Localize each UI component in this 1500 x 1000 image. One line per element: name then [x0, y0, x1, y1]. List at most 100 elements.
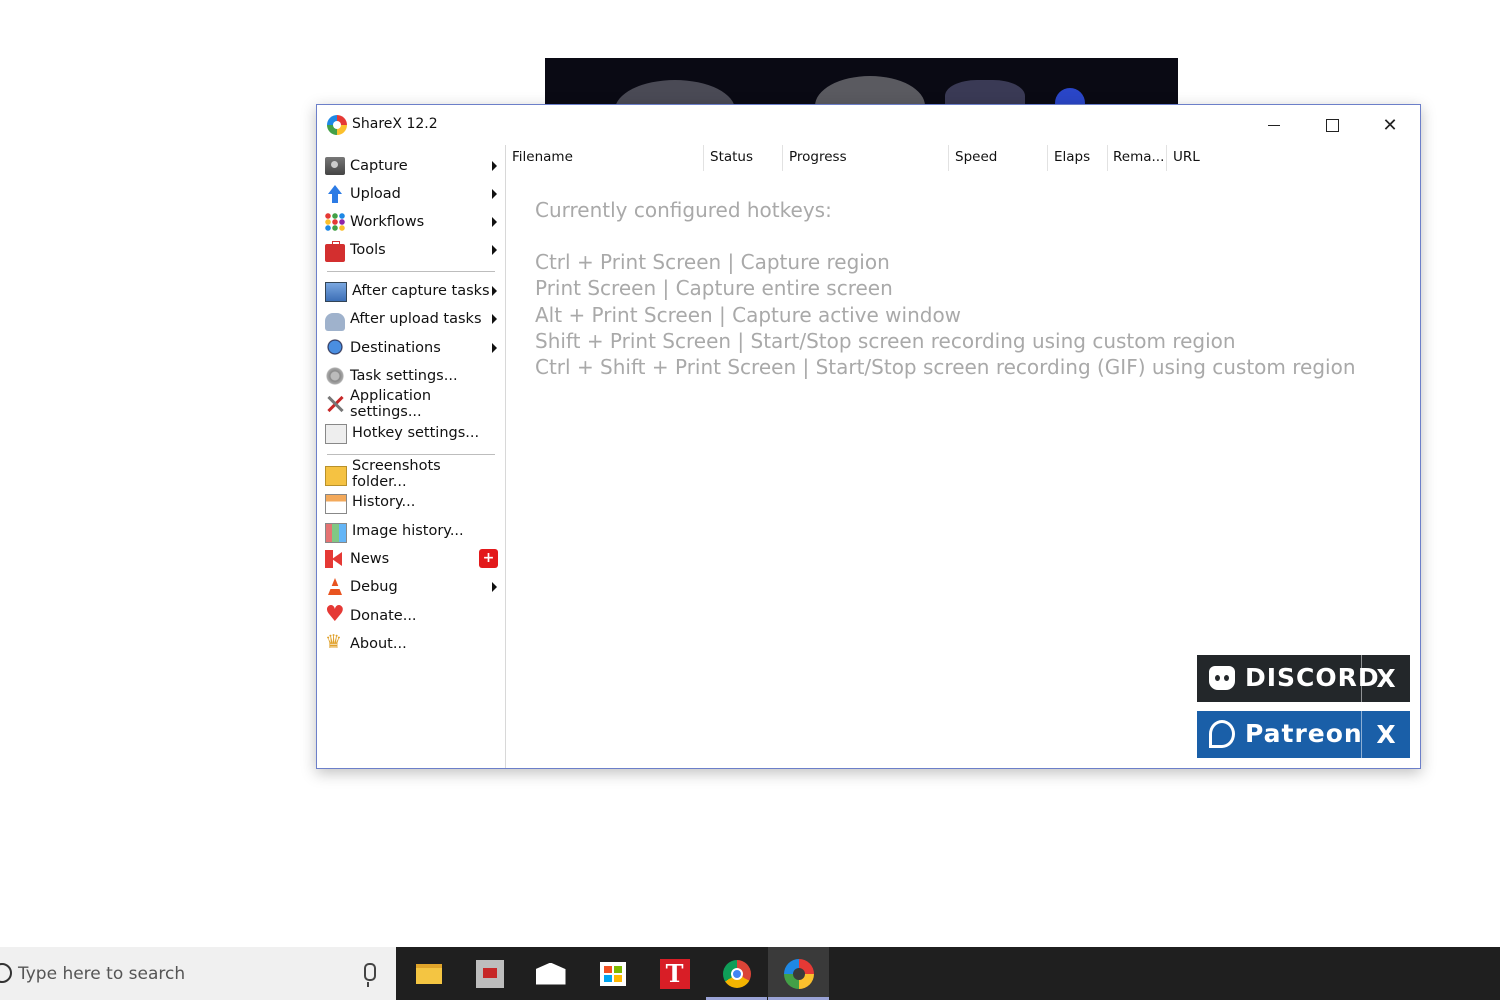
patreon-label: Patreon: [1245, 719, 1363, 748]
menu-item-label: Workflows: [350, 214, 425, 230]
menu-item-label: Screenshots folder...: [352, 458, 441, 490]
hotkey-line: Ctrl + Print Screen | Capture region: [535, 250, 890, 274]
menu-item-destinations[interactable]: Destinations: [325, 335, 497, 361]
column-divider[interactable]: [782, 145, 783, 171]
menu-item-label: Task settings...: [350, 368, 458, 384]
app-icon: [475, 959, 504, 988]
menu-item-hotkey-settings[interactable]: Hotkey settings...: [325, 420, 497, 446]
menu-item-workflows[interactable]: Workflows: [325, 209, 497, 235]
window-title: ShareX 12.2: [352, 116, 438, 132]
menu-item-news[interactable]: News +: [325, 546, 498, 572]
taskbar-t-app[interactable]: T: [644, 947, 705, 1000]
sharex-logo-icon: [327, 115, 347, 135]
column-divider[interactable]: [948, 145, 949, 171]
menu-item-image-history[interactable]: Image history...: [325, 518, 497, 544]
globe-icon: [325, 339, 345, 357]
column-header-remaining[interactable]: Rema...: [1113, 145, 1164, 171]
patreon-logo-icon: [1209, 720, 1235, 748]
traffic-cone-icon: [325, 578, 345, 596]
column-header-filename[interactable]: Filename: [512, 145, 573, 171]
column-divider[interactable]: [703, 145, 704, 171]
hotkey-line: Shift + Print Screen | Start/Stop screen…: [535, 329, 1236, 353]
column-header-url[interactable]: URL: [1173, 145, 1200, 171]
news-badge: +: [479, 549, 498, 568]
column-header-elapsed[interactable]: Elaps: [1054, 145, 1090, 171]
menu-item-task-settings[interactable]: Task settings...: [325, 363, 497, 389]
submenu-arrow-icon: [492, 161, 497, 171]
sharex-icon: [783, 958, 814, 989]
menu-item-label: Tools: [350, 242, 386, 258]
taskbar: Type here to search T: [0, 947, 1500, 1000]
column-divider[interactable]: [1047, 145, 1048, 171]
cloud-icon: [325, 313, 345, 331]
toolbox-icon: [325, 241, 345, 262]
chrome-icon: [722, 959, 751, 988]
hotkeys-title: Currently configured hotkeys:: [535, 198, 832, 222]
column-header-speed[interactable]: Speed: [955, 145, 997, 171]
folder-icon: [325, 466, 347, 486]
menu-separator: [327, 454, 495, 455]
menu-item-capture[interactable]: Capture: [325, 153, 497, 179]
minimize-button[interactable]: [1245, 105, 1303, 145]
keyboard-key-icon: [325, 424, 347, 444]
menu-item-label: Donate...: [350, 608, 417, 624]
menu-item-label: Destinations: [350, 340, 441, 356]
menu-item-tools[interactable]: Tools: [325, 237, 497, 263]
menu-item-about[interactable]: About...: [325, 631, 497, 657]
column-header-status[interactable]: Status: [710, 145, 753, 171]
file-explorer-icon: [415, 963, 442, 984]
submenu-arrow-icon: [492, 582, 497, 592]
image-icon: [325, 282, 347, 302]
menu-item-label: Application settings...: [350, 388, 432, 420]
discord-close-button[interactable]: X: [1361, 655, 1410, 702]
discord-button[interactable]: DISCORD X: [1197, 655, 1410, 702]
taskbar-store[interactable]: [582, 947, 643, 1000]
maximize-button[interactable]: [1303, 105, 1361, 145]
title-bar[interactable]: ShareX 12.2 ✕: [317, 105, 1420, 145]
patreon-close-button[interactable]: X: [1361, 711, 1410, 758]
close-button[interactable]: ✕: [1361, 105, 1419, 145]
hotkey-line: Ctrl + Shift + Print Screen | Start/Stop…: [535, 355, 1356, 379]
hotkey-line: Alt + Print Screen | Capture active wind…: [535, 303, 962, 327]
menu-item-label: News: [350, 551, 390, 567]
microphone-icon[interactable]: [364, 963, 376, 987]
maximize-icon: [1325, 118, 1339, 132]
column-divider[interactable]: [1107, 145, 1108, 171]
taskbar-search[interactable]: Type here to search: [0, 947, 396, 1000]
menu-item-donate[interactable]: Donate...: [325, 602, 497, 629]
menu-item-label: About...: [350, 636, 407, 652]
menu-item-application-settings[interactable]: Application settings...: [325, 388, 497, 420]
taskbar-file-explorer[interactable]: [398, 947, 459, 1000]
menu-item-upload[interactable]: Upload: [325, 181, 497, 207]
menu-item-label: Capture: [350, 158, 408, 174]
upload-list[interactable]: Filename Status Progress Speed Elaps Rem…: [506, 145, 1420, 768]
taskbar-sharex[interactable]: [768, 947, 829, 1000]
column-header-progress[interactable]: Progress: [789, 145, 847, 171]
submenu-arrow-icon: [492, 314, 497, 324]
gear-icon: [325, 367, 345, 385]
patreon-button[interactable]: Patreon X: [1197, 711, 1410, 758]
taskbar-mail[interactable]: [520, 947, 581, 1000]
close-icon: ✕: [1382, 114, 1398, 136]
heart-icon: [325, 602, 345, 627]
menu-item-after-upload-tasks[interactable]: After upload tasks: [325, 306, 497, 332]
submenu-arrow-icon: [492, 189, 497, 199]
submenu-arrow-icon: [492, 286, 497, 296]
taskbar-chrome[interactable]: [706, 947, 767, 1000]
menu-item-after-capture-tasks[interactable]: After capture tasks: [325, 278, 497, 304]
store-icon: [599, 961, 626, 986]
menu-item-history[interactable]: History...: [325, 489, 497, 515]
column-divider[interactable]: [1166, 145, 1167, 171]
menu-item-label: History...: [352, 494, 416, 510]
wrench-screwdriver-icon: [325, 395, 345, 413]
submenu-arrow-icon: [492, 245, 497, 255]
menu-item-label: After capture tasks: [352, 283, 490, 299]
sharex-window: ShareX 12.2 ✕ Capture Upload Workflows T…: [316, 104, 1421, 769]
hotkey-line: Print Screen | Capture entire screen: [535, 276, 893, 300]
taskbar-app[interactable]: [459, 947, 520, 1000]
mail-icon: [535, 962, 566, 985]
discord-logo-icon: [1209, 666, 1235, 690]
menu-item-debug[interactable]: Debug: [325, 574, 497, 600]
menu-item-screenshots-folder[interactable]: Screenshots folder...: [325, 458, 497, 490]
menu-item-label: Hotkey settings...: [352, 425, 480, 441]
